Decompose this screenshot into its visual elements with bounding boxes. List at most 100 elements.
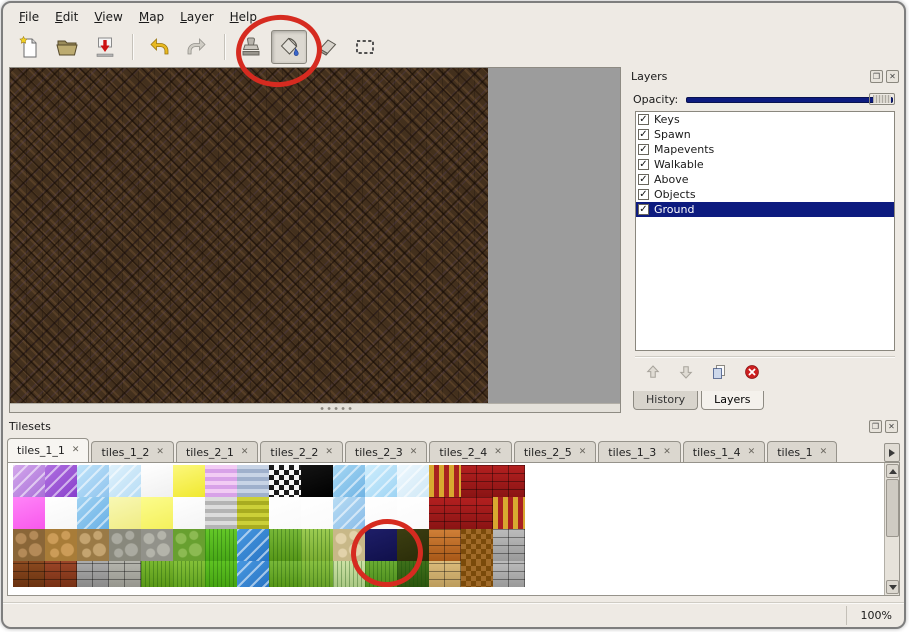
tab-close-icon[interactable]: ✕ [72, 446, 80, 455]
tile-r2-c12[interactable] [365, 497, 397, 529]
scroll-down-icon[interactable] [886, 580, 899, 594]
tile-r1-c15[interactable] [461, 465, 493, 497]
stamp-tool-button[interactable] [233, 30, 269, 64]
tab-history[interactable]: History [633, 391, 698, 410]
tile-r2-c7[interactable] [205, 497, 237, 529]
layer-row-ground[interactable]: ✓Ground [636, 202, 894, 217]
tile-r3-c9[interactable] [269, 529, 301, 561]
tile-r3-c3[interactable] [77, 529, 109, 561]
undo-button[interactable] [141, 30, 177, 64]
tile-r3-c16[interactable] [493, 529, 525, 561]
delete-layer-button[interactable] [740, 361, 764, 383]
map-hscrollbar[interactable] [10, 403, 620, 412]
tile-r3-c1[interactable] [13, 529, 45, 561]
tile-r2-c14[interactable] [429, 497, 461, 529]
tile-r1-c13[interactable] [397, 465, 429, 497]
tile-r1-c2[interactable] [45, 465, 77, 497]
layer-row-keys[interactable]: ✓Keys [636, 112, 894, 127]
tile-r1-c12[interactable] [365, 465, 397, 497]
tile-r1-c14[interactable] [429, 465, 461, 497]
map-view[interactable] [9, 67, 621, 413]
tile-r4-c11[interactable] [333, 561, 365, 587]
layer-row-spawn[interactable]: ✓Spawn [636, 127, 894, 142]
tile-r2-c9[interactable] [269, 497, 301, 529]
tile-r4-c14[interactable] [429, 561, 461, 587]
tile-r4-c7[interactable] [205, 561, 237, 587]
tile-r3-c10[interactable] [301, 529, 333, 561]
tile-r3-c5[interactable] [141, 529, 173, 561]
tile-r2-c1[interactable] [13, 497, 45, 529]
menu-help[interactable]: Help [222, 8, 265, 26]
tile-r4-c16[interactable] [493, 561, 525, 587]
tile-r2-c13[interactable] [397, 497, 429, 529]
menu-edit[interactable]: Edit [47, 8, 86, 26]
opacity-slider-track[interactable] [686, 97, 893, 103]
tileset-tab-tiles_2_2[interactable]: tiles_2_2✕ [260, 441, 342, 462]
palette-vscrollbar[interactable] [884, 463, 899, 595]
tile-r4-c13[interactable] [397, 561, 429, 587]
scroll-up-icon[interactable] [886, 464, 899, 478]
tab-close-icon[interactable]: ✕ [579, 448, 587, 457]
tab-close-icon[interactable]: ✕ [820, 448, 828, 457]
tile-r1-c11[interactable] [333, 465, 365, 497]
tab-layers[interactable]: Layers [701, 391, 763, 410]
tab-close-icon[interactable]: ✕ [325, 448, 333, 457]
open-map-button[interactable] [49, 30, 85, 64]
redo-button[interactable] [179, 30, 215, 64]
tab-close-icon[interactable]: ✕ [494, 448, 502, 457]
tile-r3-c7[interactable] [205, 529, 237, 561]
menu-file[interactable]: File [11, 8, 47, 26]
menu-view[interactable]: View [86, 8, 130, 26]
splitter-grip[interactable] [319, 406, 353, 411]
tile-r4-c8[interactable] [237, 561, 269, 587]
layer-visibility-checkbox[interactable]: ✓ [638, 129, 649, 140]
tile-r1-c16[interactable] [493, 465, 525, 497]
opacity-slider[interactable] [686, 92, 895, 106]
raise-layer-button[interactable] [641, 361, 665, 383]
tileset-tab-tiles_1_3[interactable]: tiles_1_3✕ [598, 441, 680, 462]
tile-r4-c15[interactable] [461, 561, 493, 587]
new-map-button[interactable] [11, 30, 47, 64]
float-panel-icon[interactable]: ❐ [870, 70, 883, 83]
lower-layer-button[interactable] [674, 361, 698, 383]
opacity-slider-handle[interactable] [869, 93, 895, 105]
tileset-tab-tiles_2_3[interactable]: tiles_2_3✕ [345, 441, 427, 462]
tab-close-icon[interactable]: ✕ [241, 448, 249, 457]
tile-r3-c13[interactable] [397, 529, 429, 561]
tile-r3-c14[interactable] [429, 529, 461, 561]
menu-map[interactable]: Map [131, 8, 172, 26]
layer-visibility-checkbox[interactable]: ✓ [638, 204, 649, 215]
map-canvas[interactable] [10, 68, 488, 404]
layer-visibility-checkbox[interactable]: ✓ [638, 144, 649, 155]
tile-r2-c16[interactable] [493, 497, 525, 529]
tab-close-icon[interactable]: ✕ [156, 448, 164, 457]
tile-r4-c5[interactable] [141, 561, 173, 587]
tile-r3-c11[interactable] [333, 529, 365, 561]
tile-r4-c3[interactable] [77, 561, 109, 587]
tile-r1-c9[interactable] [269, 465, 301, 497]
tile-r2-c2[interactable] [45, 497, 77, 529]
tile-r2-c10[interactable] [301, 497, 333, 529]
tile-r4-c10[interactable] [301, 561, 333, 587]
tileset-tab-tiles_1[interactable]: tiles_1✕ [767, 441, 837, 462]
tile-r3-c2[interactable] [45, 529, 77, 561]
tile-r2-c5[interactable] [141, 497, 173, 529]
tile-r2-c8[interactable] [237, 497, 269, 529]
tile-r1-c7[interactable] [205, 465, 237, 497]
tile-r1-c4[interactable] [109, 465, 141, 497]
tile-r2-c4[interactable] [109, 497, 141, 529]
fill-tool-button[interactable] [271, 30, 307, 64]
tile-r1-c1[interactable] [13, 465, 45, 497]
tile-r2-c3[interactable] [77, 497, 109, 529]
tileset-tab-tiles_1_1[interactable]: tiles_1_1✕ [7, 438, 89, 462]
tile-r4-c2[interactable] [45, 561, 77, 587]
tile-r3-c4[interactable] [109, 529, 141, 561]
tile-r3-c6[interactable] [173, 529, 205, 561]
layer-visibility-checkbox[interactable]: ✓ [638, 174, 649, 185]
tile-r3-c12[interactable] [365, 529, 397, 561]
menu-layer[interactable]: Layer [172, 8, 221, 26]
tab-scroll-right-icon[interactable] [884, 443, 900, 462]
close-panel-icon[interactable]: ✕ [885, 420, 898, 433]
tileset-tab-tiles_2_5[interactable]: tiles_2_5✕ [514, 441, 596, 462]
marquee-tool-button[interactable] [347, 30, 383, 64]
